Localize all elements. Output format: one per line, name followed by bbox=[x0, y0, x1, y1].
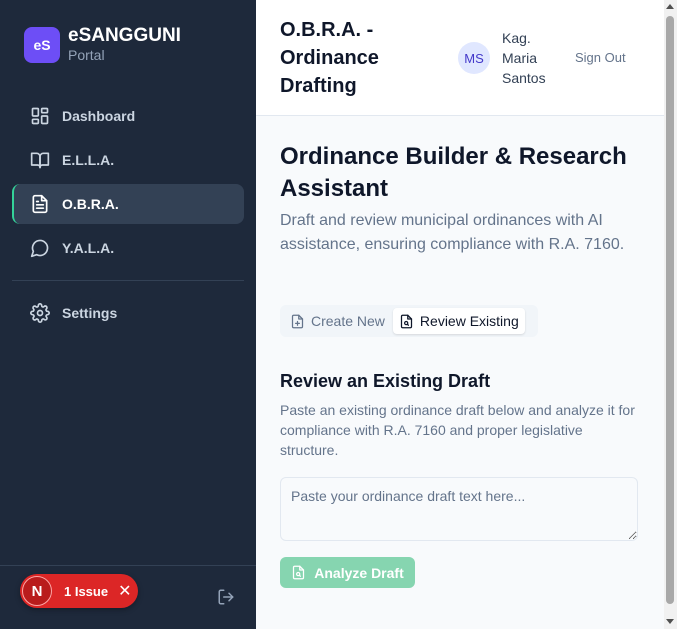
sidebar-item-settings[interactable]: Settings bbox=[12, 293, 244, 333]
file-text-icon bbox=[30, 194, 50, 214]
section-description: Draft and review municipal ordinances wi… bbox=[280, 212, 625, 253]
tab-label: Create New bbox=[311, 313, 385, 329]
top-header: O.B.R.A. - Ordinance Drafting MS Kag. Ma… bbox=[256, 0, 664, 116]
brand-logo: eS bbox=[24, 27, 60, 63]
close-icon[interactable]: ✕ bbox=[118, 581, 131, 601]
sidebar-nav: Dashboard E.L.L.A. O.B.R.A. Y.A.L.A. Set… bbox=[12, 96, 244, 337]
dashboard-icon bbox=[30, 106, 50, 126]
mode-tabs: Create New Review Existing bbox=[280, 305, 538, 337]
book-open-icon bbox=[30, 150, 50, 170]
analyze-label: Analyze Draft bbox=[314, 564, 404, 581]
tab-review-existing[interactable]: Review Existing bbox=[392, 308, 525, 334]
message-circle-icon bbox=[30, 238, 50, 258]
sidebar-item-obra[interactable]: O.B.R.A. bbox=[12, 184, 244, 224]
sidebar-item-label: O.B.R.A. bbox=[62, 196, 119, 212]
user-name: Kag. Maria Santos bbox=[502, 30, 546, 86]
sidebar-item-ella[interactable]: E.L.L.A. bbox=[12, 140, 244, 180]
logout-icon[interactable] bbox=[217, 588, 235, 606]
scroll-down-arrow-icon[interactable] bbox=[666, 619, 674, 624]
main-content: Ordinance Builder & Research Assistant D… bbox=[256, 117, 664, 629]
sidebar-item-dashboard[interactable]: Dashboard bbox=[12, 96, 244, 136]
issues-badge[interactable]: N 1 Issue ✕ bbox=[20, 574, 138, 608]
page-title: O.B.R.A. - Ordinance Drafting bbox=[280, 19, 379, 97]
section-heading: Ordinance Builder & Research Assistant bbox=[280, 143, 627, 202]
brand[interactable]: eS eSANGGUNI Portal bbox=[24, 26, 181, 64]
brand-name: eSANGGUNI bbox=[68, 25, 181, 46]
sidebar: eS eSANGGUNI Portal Dashboard E.L.L.A. O… bbox=[0, 0, 256, 629]
issue-count[interactable]: 1 Issue bbox=[64, 584, 108, 599]
sidebar-divider bbox=[0, 565, 256, 566]
sidebar-item-label: Y.A.L.A. bbox=[62, 240, 115, 256]
sidebar-item-label: Dashboard bbox=[62, 108, 136, 124]
draft-text-input[interactable] bbox=[280, 477, 638, 541]
file-plus-icon bbox=[290, 314, 305, 329]
scrollbar[interactable] bbox=[664, 0, 677, 629]
sign-out-button[interactable]: Sign Out bbox=[575, 50, 626, 65]
sidebar-item-yala[interactable]: Y.A.L.A. bbox=[12, 228, 244, 268]
review-description: Paste an existing ordinance draft below … bbox=[280, 402, 635, 458]
scroll-up-arrow-icon[interactable] bbox=[666, 4, 674, 9]
analyze-draft-button[interactable]: Analyze Draft bbox=[280, 557, 415, 588]
file-search-icon bbox=[291, 565, 306, 580]
next-logo-icon[interactable]: N bbox=[22, 576, 52, 606]
sidebar-item-label: E.L.L.A. bbox=[62, 152, 115, 168]
nav-divider bbox=[12, 280, 244, 281]
tab-create-new[interactable]: Create New bbox=[284, 308, 391, 334]
brand-subtitle: Portal bbox=[68, 47, 105, 63]
tab-label: Review Existing bbox=[419, 313, 519, 329]
sidebar-item-label: Settings bbox=[62, 305, 118, 321]
gear-icon bbox=[30, 303, 50, 323]
file-search-icon bbox=[399, 314, 414, 329]
avatar[interactable]: MS bbox=[458, 42, 490, 74]
scrollbar-thumb[interactable] bbox=[666, 16, 674, 604]
review-heading: Review an Existing Draft bbox=[280, 371, 491, 391]
